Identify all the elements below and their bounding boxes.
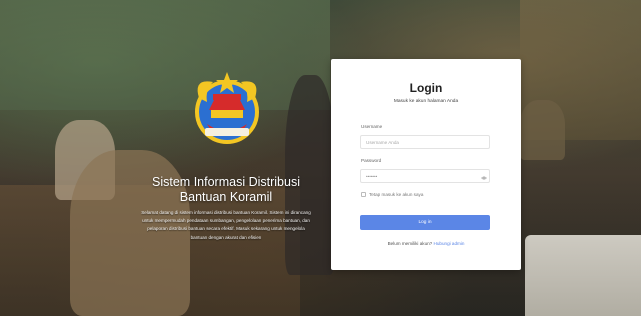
login-title: Login: [409, 81, 443, 95]
background-wall: [0, 0, 330, 110]
login-subtitle: Masuk ke akun halaman Anda: [393, 99, 459, 104]
app-description: Selamat datang di sistem informasi distr…: [141, 210, 311, 240]
background-rice-sacks: [525, 235, 641, 316]
background-person: [520, 100, 565, 160]
login-card: Login Masuk ke akun halaman Anda Usernam…: [331, 59, 521, 270]
password-input[interactable]: [360, 169, 490, 183]
register-prompt: Belum memiliki akun? Hubungi admin: [331, 241, 521, 246]
register-prompt-text: Belum memiliki akun?: [387, 241, 433, 246]
eye-icon[interactable]: [481, 175, 487, 181]
username-input[interactable]: [360, 135, 490, 149]
remember-checkbox[interactable]: [361, 192, 366, 197]
username-label: Username: [361, 124, 383, 129]
contact-admin-link[interactable]: Hubungi admin: [434, 241, 465, 246]
remember-label: Tetap masuk ke akun saya: [369, 192, 424, 197]
login-button[interactable]: Log in: [360, 215, 490, 230]
password-label: Password: [361, 158, 382, 163]
app-title: Sistem Informasi Distribusi Bantuan Kora…: [152, 175, 300, 204]
koramil-logo: [195, 72, 259, 144]
